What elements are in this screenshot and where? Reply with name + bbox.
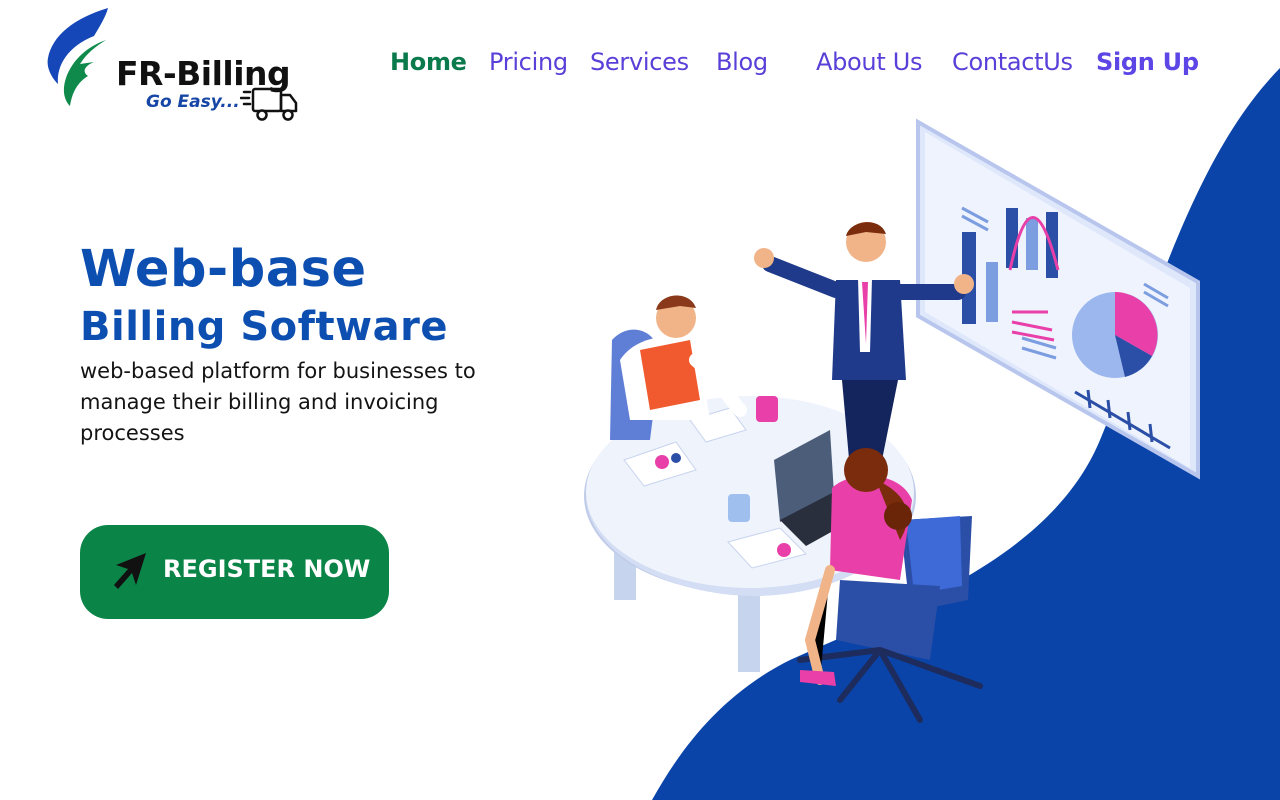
- hero-description: web-based platform for businesses to man…: [80, 359, 476, 445]
- register-now-label: REGISTER NOW: [163, 555, 371, 583]
- nav-pricing[interactable]: Pricing: [489, 48, 568, 76]
- sign-up-link[interactable]: Sign Up: [1096, 48, 1199, 76]
- business-meeting-illustration: [584, 118, 1200, 723]
- brand-tagline: Go Easy...: [146, 92, 240, 112]
- nav-contact-us[interactable]: ContactUs: [952, 48, 1073, 76]
- nav-blog[interactable]: Blog: [716, 48, 768, 76]
- delivery-truck-icon: [240, 87, 298, 121]
- main-nav: Home Pricing Services Blog About Us Cont…: [0, 48, 1280, 84]
- nav-home[interactable]: Home: [390, 48, 467, 76]
- nav-about-us[interactable]: About Us: [816, 48, 923, 76]
- hero-title-line1: Web-base: [80, 240, 367, 299]
- hero-title-line2: Billing Software: [80, 304, 448, 350]
- nav-services[interactable]: Services: [590, 48, 689, 76]
- register-now-button[interactable]: REGISTER NOW: [80, 525, 389, 619]
- cursor-arrow-icon: [114, 553, 146, 589]
